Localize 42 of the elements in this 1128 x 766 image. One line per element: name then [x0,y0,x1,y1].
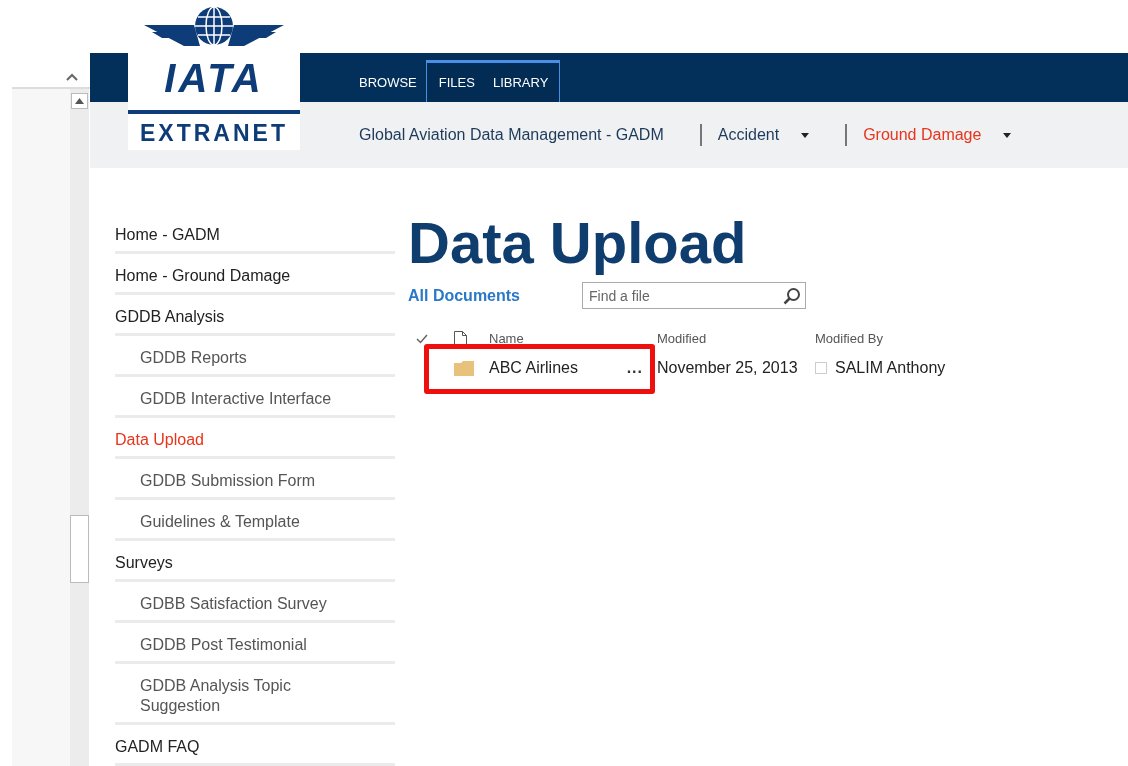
view-link[interactable]: All Documents [408,286,582,305]
page-title: Data Upload [408,210,748,276]
sidebar-item[interactable]: Surveys [115,553,173,573]
ribbon-tab[interactable]: FILES [425,60,484,102]
sidebar-subitem[interactable]: Guidelines & Template [140,512,300,532]
up-triangle-icon[interactable] [75,98,84,104]
sidebar-subitem[interactable]: GDDB Post Testimonial [140,635,307,655]
dropdown-caret-icon[interactable] [1003,132,1012,138]
scrollbar[interactable] [70,89,89,766]
ribbon-tab[interactable]: LIBRARY [483,60,561,102]
scrollbar-thumb[interactable] [70,515,89,583]
sidebar-item[interactable]: Data Upload [115,430,204,450]
sidebar-item[interactable]: GDDB Analysis [115,307,225,327]
ribbon-tab[interactable]: BROWSE [350,60,426,102]
folder-icon [454,360,474,376]
logo-wordmark: IATA [164,56,264,100]
sidebar-subitem[interactable]: GDDB Submission Form [140,471,316,491]
nav-link[interactable]: Ground Damage [863,126,982,144]
dropdown-caret-icon[interactable] [801,132,810,138]
sidebar-item[interactable]: Home - Ground Damage [115,266,291,286]
sidebar-subitem[interactable]: GDDB Interactive Interface [140,389,332,409]
sidebar-item[interactable]: Home - GADM [115,225,220,245]
sidebar-subitem[interactable]: GDDB Analysis Topic Suggestion [140,676,340,716]
nav-link[interactable]: Accident [717,126,780,144]
column-header[interactable]: Name [489,331,524,347]
scroll-up-button[interactable] [71,93,88,109]
sidebar-subitem[interactable]: GDDB Reports [140,348,247,368]
logo-subtitle: EXTRANET [140,120,288,146]
nav-link[interactable]: Global Aviation Data Management - GADM [359,126,664,144]
table-cell: November 25, 2013 [657,359,798,376]
column-header[interactable]: Modified [657,331,707,346]
sidebar-item[interactable]: GADM FAQ [115,737,200,757]
folder-link[interactable]: ABC Airlines [489,359,578,377]
more-options-button[interactable]: ... [626,359,643,377]
sidebar-subitem[interactable]: GDBB Satisfaction Survey [140,594,327,614]
collapse-caret-icon[interactable] [66,73,78,81]
check-icon[interactable] [416,334,428,344]
presence-icon [815,362,827,374]
column-header[interactable]: Modified By [815,331,883,347]
search-field[interactable]: Find a file [582,282,806,309]
user-link[interactable]: SALIM Anthony [835,359,946,377]
search-icon[interactable] [783,287,801,305]
